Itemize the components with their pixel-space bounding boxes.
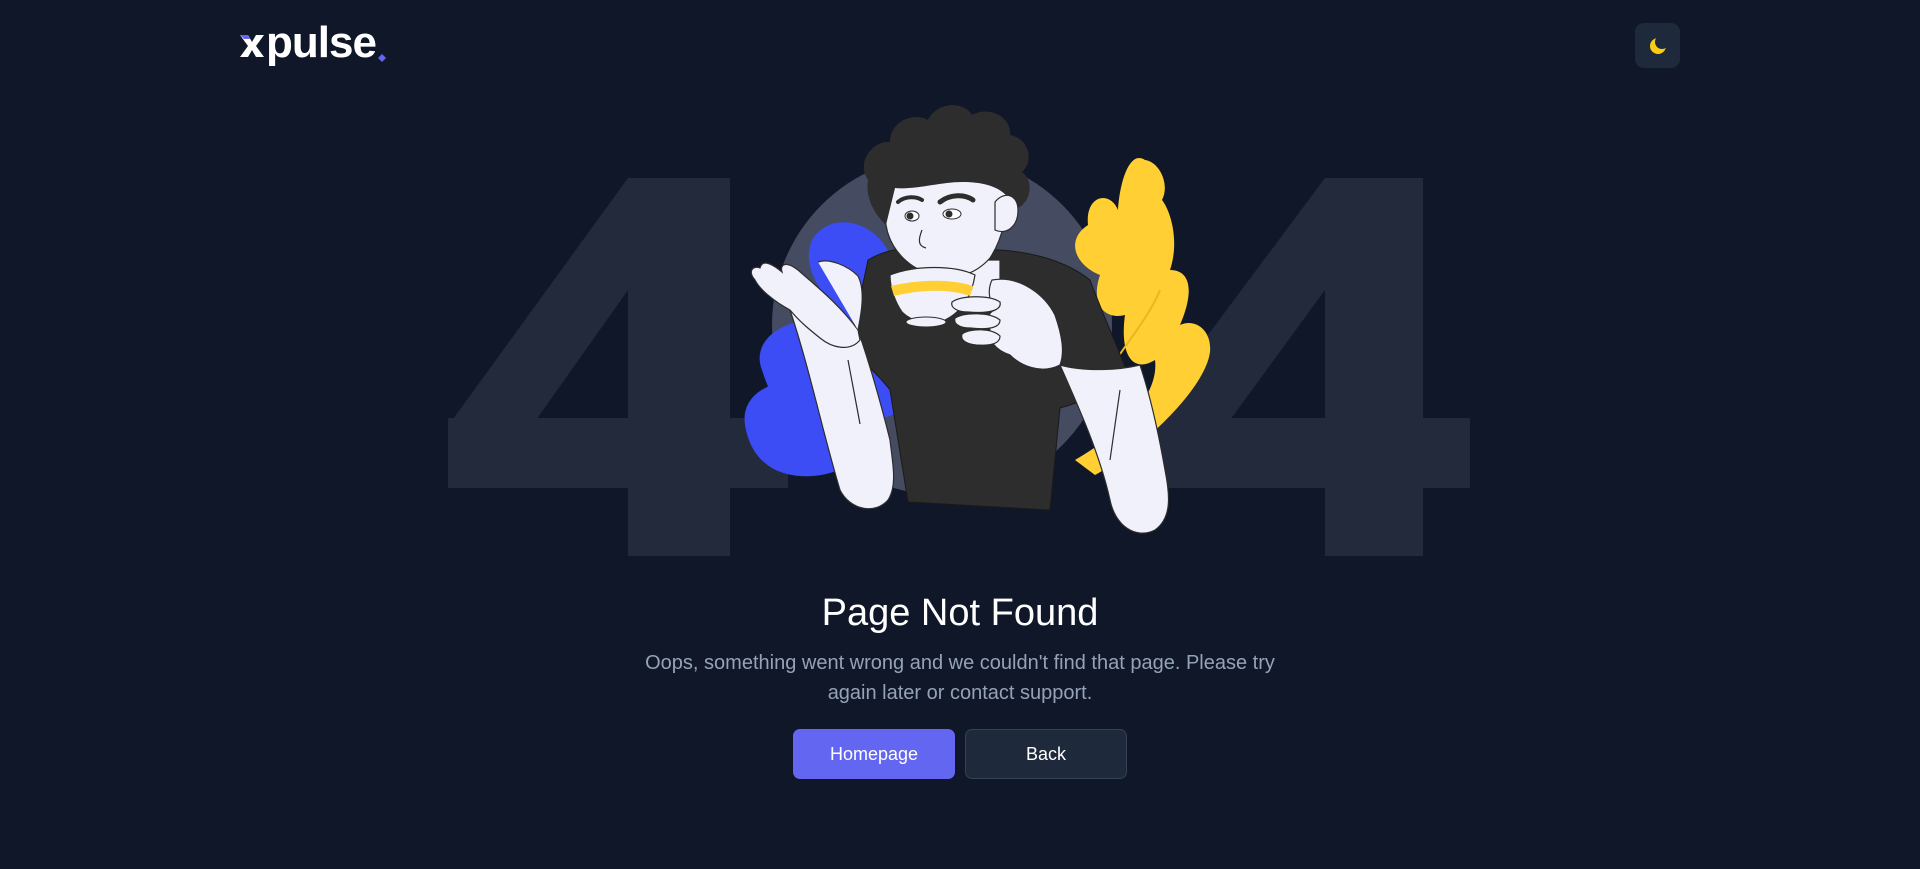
person-drinking-tea-illustration: [744, 105, 1211, 534]
error-message: Oops, something went wrong and we couldn…: [635, 648, 1285, 708]
page-root: pulse Page Not Found Oops, something wen…: [0, 0, 1920, 869]
logo-x-mark-icon: [240, 35, 264, 57]
back-button[interactable]: Back: [965, 729, 1127, 779]
action-buttons: Homepage Back: [0, 729, 1920, 779]
top-header: pulse: [0, 0, 1920, 90]
moon-icon: [1649, 35, 1668, 54]
error-message-line-2: again later or contact support.: [827, 682, 1093, 704]
xpulse-logo[interactable]: pulse: [238, 18, 386, 68]
logo-wordmark: pulse: [266, 18, 377, 67]
page-title: Page Not Found: [821, 592, 1099, 634]
theme-toggle-button[interactable]: [1635, 23, 1680, 68]
logo-dot-icon: [377, 54, 386, 62]
homepage-button[interactable]: Homepage: [793, 729, 955, 779]
error-message-line-1: Oops, something went wrong and we couldn…: [645, 652, 1275, 674]
